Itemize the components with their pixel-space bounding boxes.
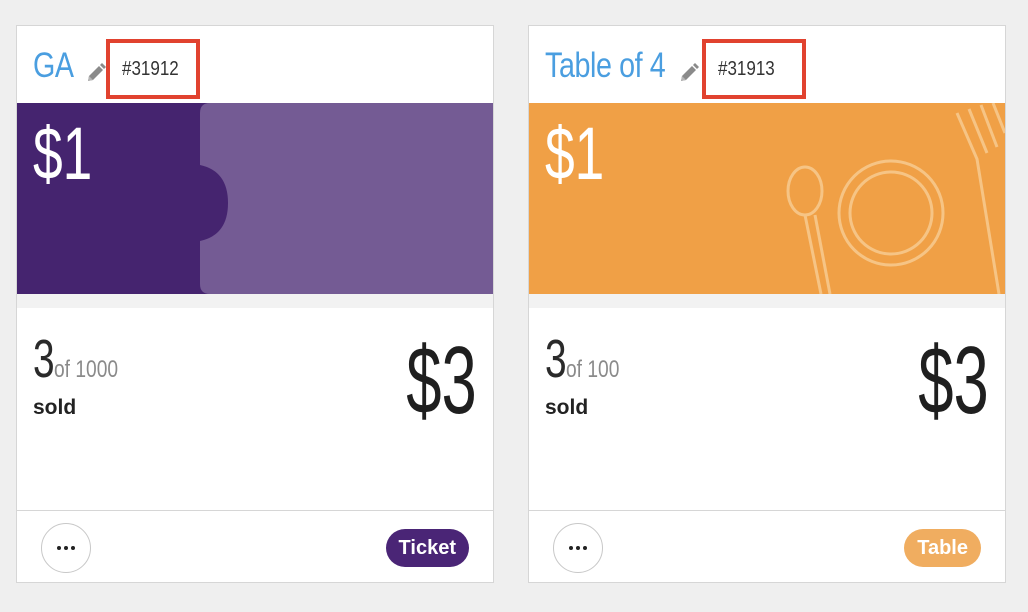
sold-label: sold <box>33 396 77 419</box>
card-header: GA #31912 <box>17 26 493 104</box>
banner-strip <box>529 294 1005 308</box>
sold-number: 3 <box>33 329 55 389</box>
revenue-total: $3 <box>406 327 477 434</box>
ticket-name-link[interactable]: GA <box>33 46 74 86</box>
pencil-icon[interactable] <box>678 62 700 84</box>
pencil-icon[interactable] <box>85 62 107 84</box>
more-options-button[interactable] <box>553 523 603 573</box>
sold-capacity: of 1000 <box>53 356 118 383</box>
sold-count: 3 of 100 <box>545 332 632 386</box>
sold-label: sold <box>545 396 589 419</box>
banner-strip <box>17 294 493 308</box>
card-divider <box>17 510 493 511</box>
more-icon <box>569 546 587 550</box>
type-badge: Table <box>904 529 981 567</box>
ticket-price: $1 <box>545 112 605 195</box>
table-banner: $1 <box>529 103 1005 294</box>
card-header: Table of 4 #31913 <box>529 26 1005 104</box>
sold-capacity: of 100 <box>565 356 619 383</box>
ticket-banner: $1 <box>17 103 493 294</box>
sold-number: 3 <box>545 329 567 389</box>
revenue-total: $3 <box>918 327 989 434</box>
ticket-id-badge: #31912 <box>106 39 200 99</box>
ticket-id: #31912 <box>122 57 179 80</box>
ticket-price: $1 <box>33 112 93 195</box>
card-divider <box>529 510 1005 511</box>
ticket-id-badge: #31913 <box>702 39 806 99</box>
type-badge: Ticket <box>385 529 469 567</box>
ticket-id: #31913 <box>718 57 775 80</box>
more-icon <box>57 546 75 550</box>
sold-count: 3 of 1000 <box>33 332 134 386</box>
more-options-button[interactable] <box>41 523 91 573</box>
ticket-card-ga: GA #31912 $1 3 of 1000 sold $3 Ticket <box>16 25 494 583</box>
ticket-card-table: Table of 4 #31913 $1 3 of 100 sold $3 Ta… <box>528 25 1006 583</box>
ticket-name-link[interactable]: Table of 4 <box>545 46 666 86</box>
